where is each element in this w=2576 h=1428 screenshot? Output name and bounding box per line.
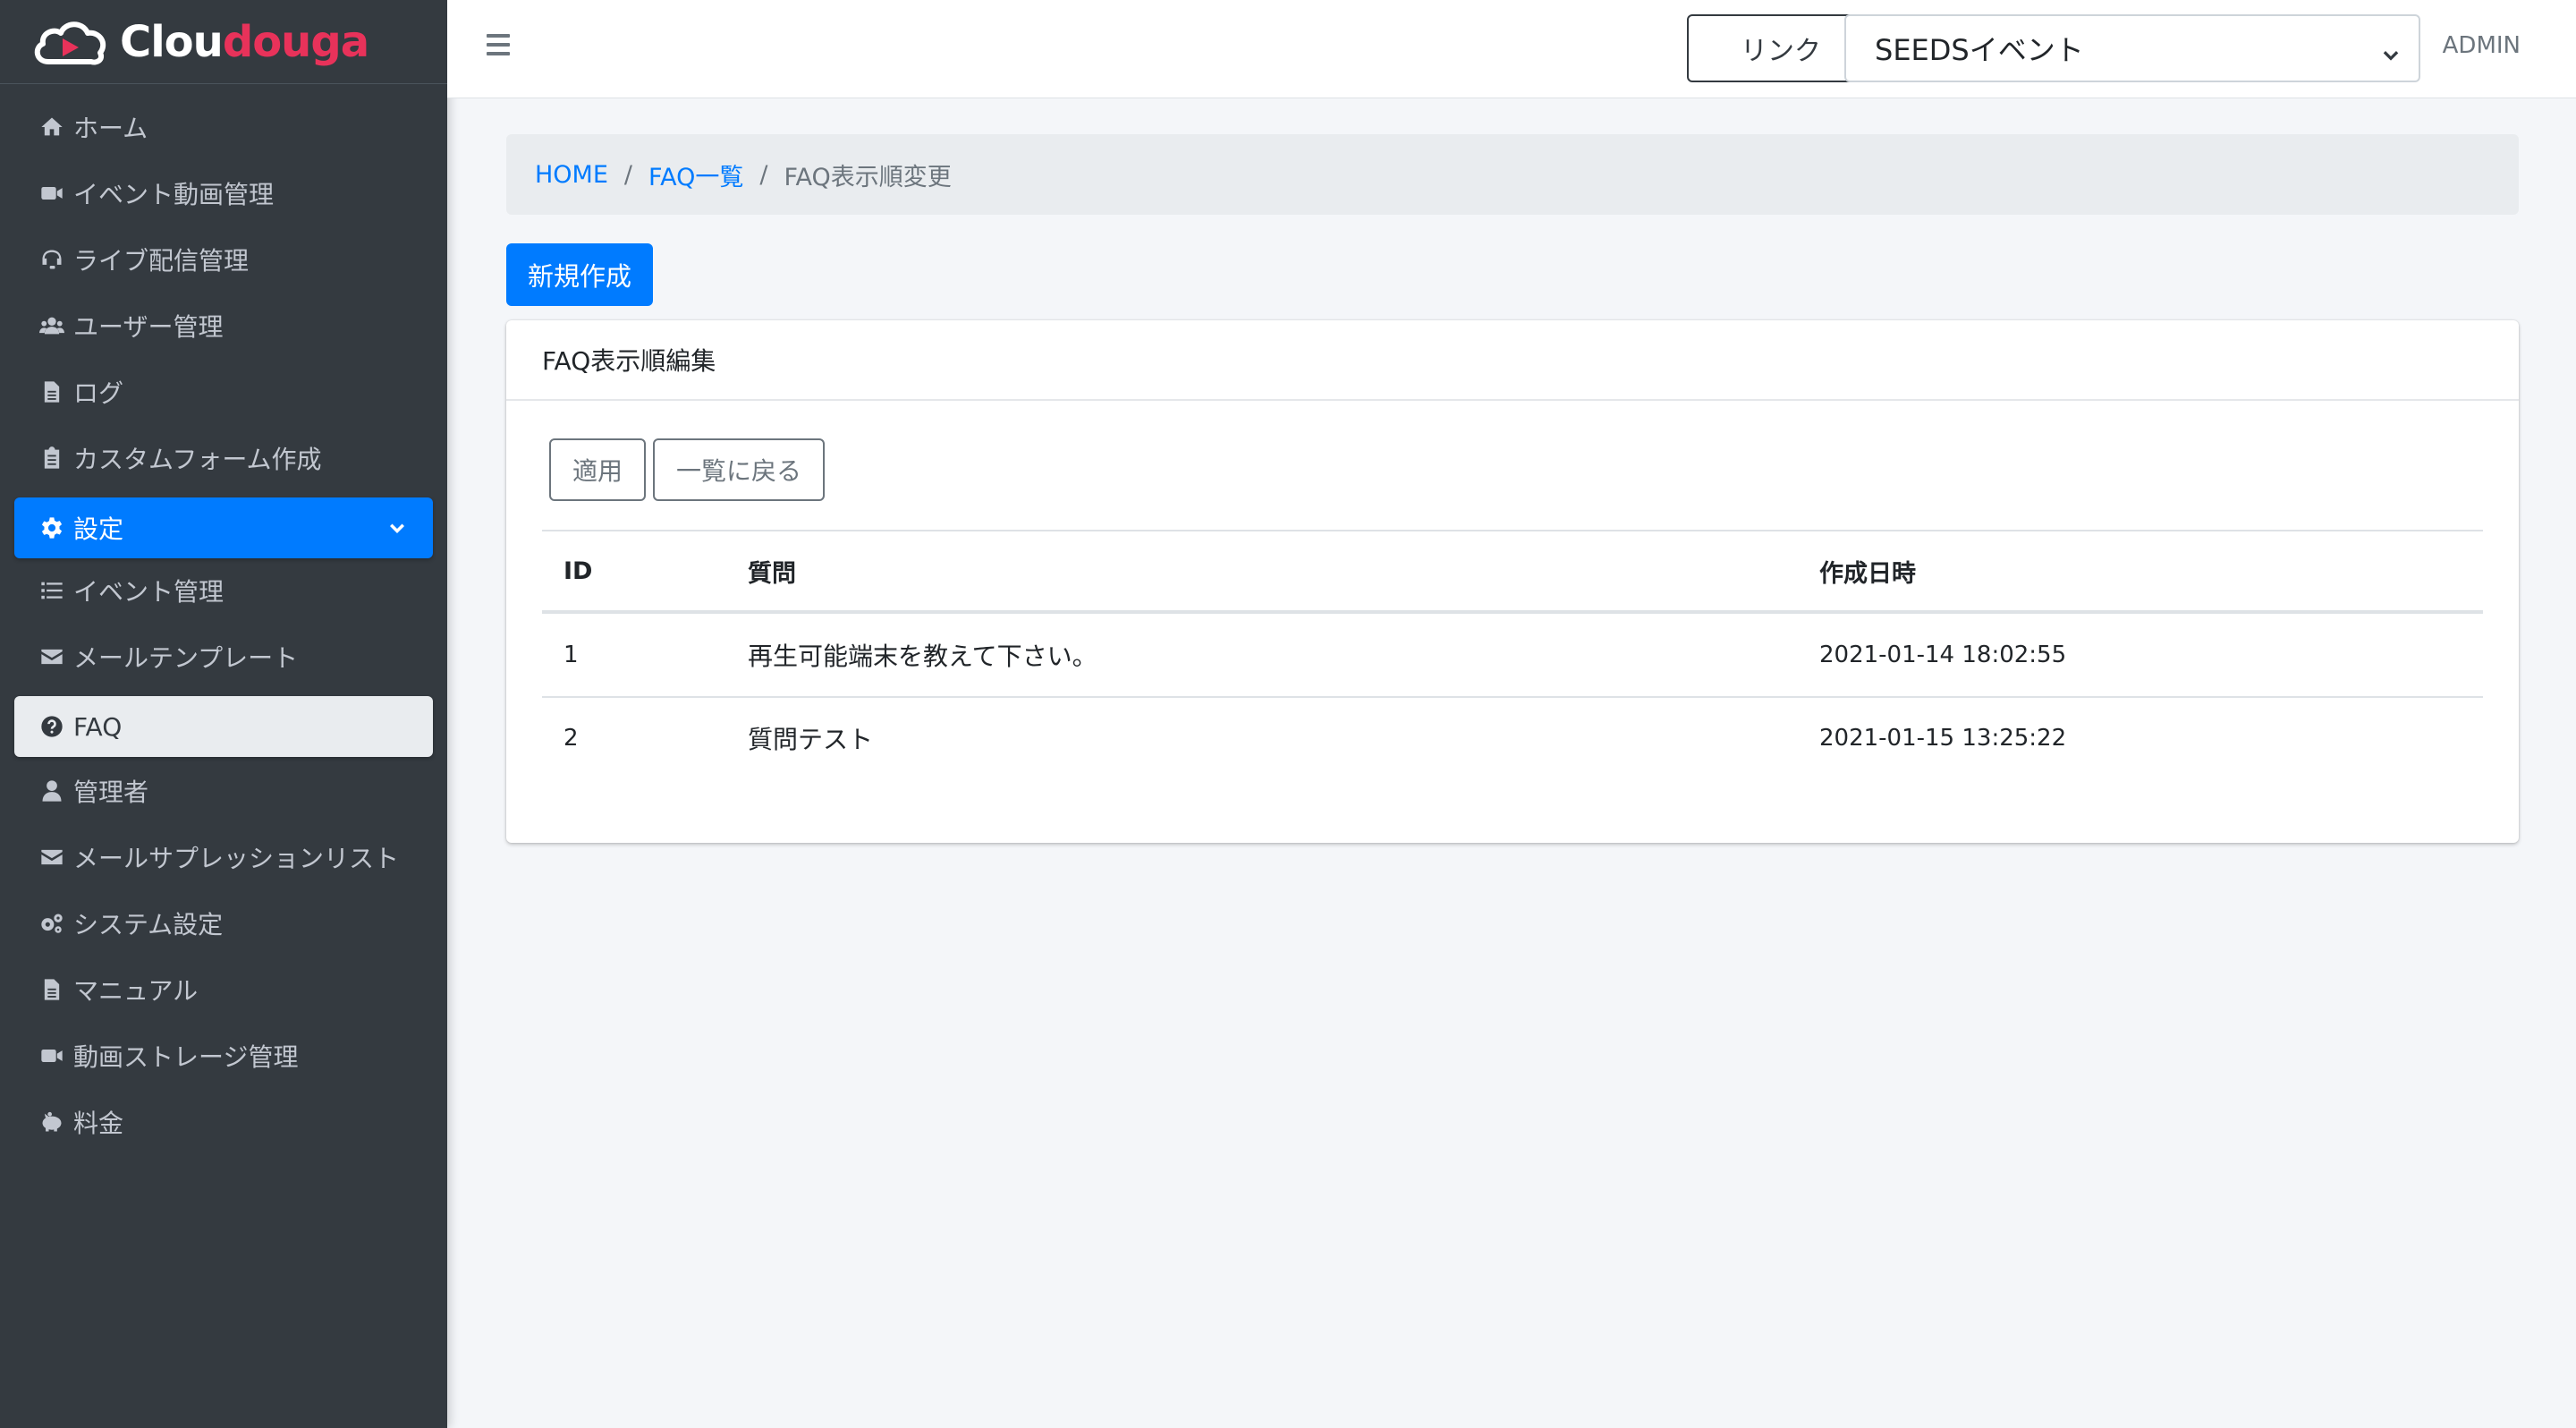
- gears-icon: [38, 909, 66, 938]
- top-navbar: リンク SEEDSイベント ADMIN: [447, 0, 2576, 98]
- breadcrumb-faq-list-link[interactable]: FAQ一覧: [648, 157, 743, 192]
- users-icon: [38, 311, 66, 340]
- sidebar-item-admins[interactable]: 管理者: [14, 761, 433, 821]
- new-button[interactable]: 新規作成: [506, 243, 653, 306]
- chevron-down-icon: [2381, 39, 2401, 61]
- faq-table: ID 質問 作成日時 1 再生可能端末を教えて下さい。 2021-01-14 1…: [542, 530, 2483, 778]
- piggy-bank-icon: [38, 1108, 66, 1136]
- breadcrumb-home-link[interactable]: HOME: [535, 161, 608, 189]
- sidebar-item-manual[interactable]: マニュアル: [14, 959, 433, 1020]
- row-id: 1: [564, 642, 579, 668]
- brand-name-part2: douga: [222, 16, 369, 67]
- sidebar-item-event-videos[interactable]: イベント動画管理: [14, 163, 433, 224]
- home-icon: [38, 113, 66, 141]
- table-header-row: ID 質問 作成日時: [542, 530, 2483, 614]
- video-icon: [38, 1041, 66, 1070]
- headset-icon: [38, 245, 66, 274]
- brand-name: Cloudouga: [120, 17, 369, 67]
- file-icon: [38, 975, 66, 1004]
- user-menu[interactable]: ADMIN: [2443, 32, 2521, 59]
- sidebar-item-label: マニュアル: [73, 976, 199, 1006]
- sidebar-item-label: ホーム: [73, 114, 148, 143]
- sidebar-item-label: イベント管理: [73, 577, 225, 607]
- envelope-icon: [38, 642, 66, 671]
- breadcrumb-separator: /: [759, 160, 768, 189]
- row-question: 質問テスト: [748, 725, 874, 754]
- sidebar-item-live[interactable]: ライブ配信管理: [14, 229, 433, 290]
- sidebar-item-label: カスタムフォーム作成: [73, 445, 322, 474]
- user-icon: [38, 777, 66, 805]
- brand-name-part1: Clou: [120, 16, 224, 67]
- sidebar-item-users[interactable]: ユーザー管理: [14, 295, 433, 356]
- sidebar-item-mail-template[interactable]: メールテンプレート: [14, 626, 433, 687]
- column-header-question[interactable]: 質問: [748, 531, 796, 610]
- sidebar-item-mail-suppression[interactable]: メールサプレッションリスト: [14, 827, 433, 888]
- gear-icon: [38, 514, 66, 542]
- row-created: 2021-01-15 13:25:22: [1819, 725, 2067, 752]
- list-icon: [38, 576, 66, 605]
- faq-order-card: FAQ表示順編集 適用 一覧に戻る ID 質問 作成日時 1 再生可能端末を教え…: [506, 320, 2519, 843]
- row-id: 2: [564, 725, 579, 752]
- column-header-id[interactable]: ID: [564, 531, 592, 610]
- breadcrumb-current: FAQ表示順変更: [784, 163, 952, 191]
- sidebar-item-faq[interactable]: FAQ: [14, 696, 433, 757]
- event-select-value: SEEDSイベント: [1875, 33, 2084, 67]
- back-to-list-button[interactable]: 一覧に戻る: [653, 438, 825, 501]
- envelope-icon: [38, 843, 66, 871]
- video-icon: [38, 179, 66, 208]
- sidebar-item-label: メールテンプレート: [73, 643, 299, 673]
- table-row[interactable]: 2 質問テスト 2021-01-15 13:25:22: [542, 696, 2483, 778]
- sidebar-item-log[interactable]: ログ: [14, 361, 433, 422]
- sidebar: Cloudouga ホーム イベント動画管理 ライブ配信管理 ユーザー管理 ログ…: [0, 0, 447, 1428]
- sidebar-item-label: システム設定: [73, 910, 224, 939]
- card-title: FAQ表示順編集: [506, 320, 2519, 401]
- column-header-created[interactable]: 作成日時: [1819, 531, 1916, 610]
- sidebar-item-label: 料金: [73, 1109, 124, 1138]
- sidebar-item-label: ライブ配信管理: [73, 246, 250, 276]
- sidebar-item-label: FAQ: [73, 711, 123, 742]
- table-row[interactable]: 1 再生可能端末を教えて下さい。 2021-01-14 18:02:55: [542, 614, 2483, 696]
- file-icon: [38, 378, 66, 406]
- sidebar-item-label: ユーザー管理: [73, 312, 224, 342]
- breadcrumb: HOME / FAQ一覧 / FAQ表示順変更: [506, 134, 2519, 215]
- clipboard-icon: [38, 444, 66, 472]
- question-circle-icon: [38, 712, 66, 741]
- sidebar-item-video-storage[interactable]: 動画ストレージ管理: [14, 1025, 433, 1086]
- breadcrumb-separator: /: [623, 160, 633, 189]
- sidebar-item-custom-form[interactable]: カスタムフォーム作成: [14, 428, 433, 489]
- sidebar-item-system-settings[interactable]: システム設定: [14, 893, 433, 954]
- cloud-play-logo-icon: [30, 15, 109, 69]
- event-select[interactable]: SEEDSイベント: [1844, 14, 2420, 82]
- sidebar-item-label: 管理者: [73, 778, 149, 807]
- chevron-down-icon: [386, 517, 408, 539]
- apply-button[interactable]: 適用: [549, 438, 646, 501]
- row-created: 2021-01-14 18:02:55: [1819, 642, 2067, 668]
- sidebar-item-pricing[interactable]: 料金: [14, 1092, 433, 1152]
- menu-toggle-icon[interactable]: [487, 34, 517, 64]
- sidebar-item-label: 設定: [73, 514, 124, 544]
- row-question: 再生可能端末を教えて下さい。: [748, 642, 1097, 671]
- sidebar-item-settings[interactable]: 設定: [14, 497, 433, 558]
- sidebar-item-label: 動画ストレージ管理: [73, 1042, 299, 1072]
- sidebar-item-label: ログ: [73, 378, 124, 408]
- sidebar-item-home[interactable]: ホーム: [14, 97, 433, 157]
- sidebar-item-label: イベント動画管理: [73, 180, 275, 209]
- sidebar-item-label: メールサプレッションリスト: [73, 844, 400, 873]
- brand[interactable]: Cloudouga: [0, 0, 447, 84]
- sidebar-item-events[interactable]: イベント管理: [14, 560, 433, 621]
